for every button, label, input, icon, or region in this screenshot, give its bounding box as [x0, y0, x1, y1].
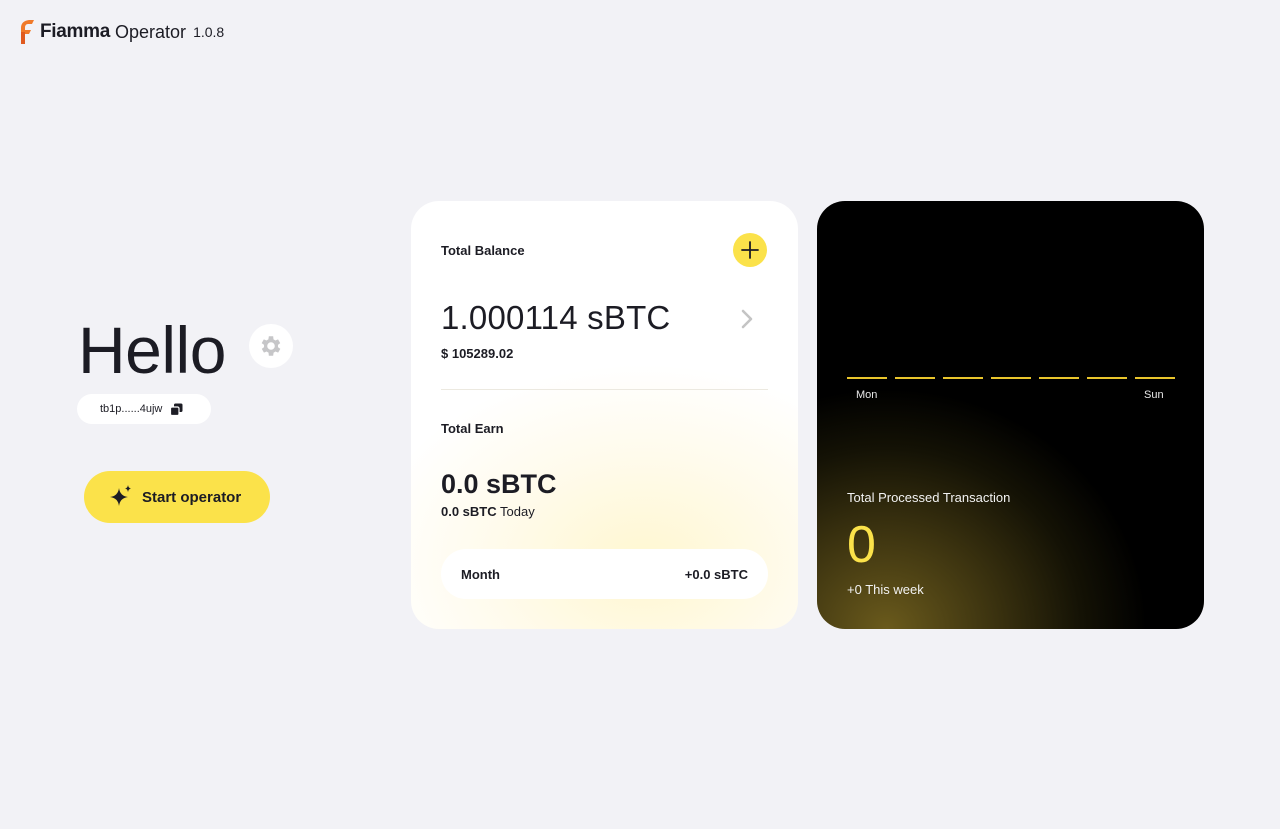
earn-today-value: 0.0 sBTC [441, 504, 497, 519]
month-label: Month [461, 566, 500, 582]
product-name: Operator [115, 21, 187, 42]
day-bar-thu [991, 377, 1031, 379]
gear-icon [261, 336, 281, 356]
transactions-card: Mon Sun Total Processed Transaction 0 +0… [817, 201, 1204, 629]
day-label-end: Sun [1144, 389, 1164, 401]
plus-icon [741, 241, 759, 259]
total-earn-value: 0.0 sBTC [441, 469, 557, 499]
transactions-count: 0 [847, 516, 876, 574]
transactions-title: Total Processed Transaction [847, 490, 1011, 505]
day-label-start: Mon [856, 389, 878, 401]
earn-today-label: Today [500, 504, 535, 519]
day-bar-sun [1135, 377, 1175, 379]
day-bar-wed [943, 377, 983, 379]
wallet-address: tb1p......4ujw [100, 403, 163, 415]
settings-button[interactable] [249, 324, 293, 368]
sparkle-icon [110, 485, 131, 506]
month-value: +0.0 sBTC [684, 566, 748, 582]
day-bar-sat [1087, 377, 1127, 379]
chevron-right-icon[interactable] [739, 307, 755, 331]
total-balance-value: 1.000114 sBTC [441, 299, 671, 336]
copy-icon[interactable] [170, 403, 183, 416]
add-funds-button[interactable] [733, 233, 767, 267]
total-balance-label: Total Balance [441, 243, 525, 258]
balance-usd-value: $ 105289.02 [441, 346, 514, 361]
version-label: 1.0.8 [193, 24, 225, 40]
card-divider [441, 389, 768, 390]
brand-name: Fiamma [40, 21, 111, 42]
transactions-week-change: +0 This week [847, 582, 924, 597]
start-operator-button[interactable]: Start operator [84, 471, 270, 523]
app-brand: Fiamma Operator 1.0.8 [18, 18, 224, 46]
start-operator-label: Start operator [142, 488, 242, 506]
fiamma-logo-icon [21, 20, 34, 44]
wallet-address-pill[interactable]: tb1p......4ujw [77, 394, 211, 424]
earn-today: 0.0 sBTC Today [441, 504, 535, 519]
greeting-title: Hello [78, 313, 226, 387]
weekly-bar-chart [847, 377, 1175, 379]
day-bar-mon [847, 377, 887, 379]
day-bar-fri [1039, 377, 1079, 379]
total-earn-label: Total Earn [441, 421, 504, 436]
balance-card: Total Balance 1.000114 sBTC $ 105289.02 … [411, 201, 798, 629]
day-bar-tue [895, 377, 935, 379]
month-earnings-pill[interactable]: Month +0.0 sBTC [441, 549, 768, 599]
